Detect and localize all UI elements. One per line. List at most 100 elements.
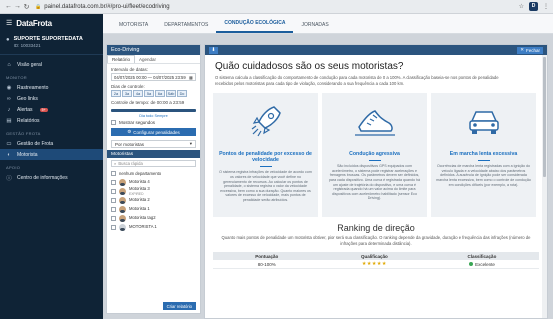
col-qualification: Qualificação — [360, 253, 388, 259]
days-selector: 2a 3a 4a 5a 6a Sáb Do — [107, 90, 200, 97]
card-idle: Em marcha lenta excessiva Ocorrências de… — [431, 93, 536, 217]
date-range-input[interactable]: 04/07/2025 00:00 — 04/07/2025 23:59 ▦ — [111, 73, 196, 81]
card-text: Ocorrências de marcha lenta registradas … — [436, 164, 531, 187]
list-item[interactable]: MOTORISTA 1 — [107, 223, 200, 232]
day-sat[interactable]: Sáb — [166, 90, 176, 97]
list-item[interactable]: Motorista 2 — [107, 196, 200, 205]
driver-checkbox[interactable] — [111, 189, 116, 194]
card-title: Em marcha lenta excessiva — [449, 151, 518, 157]
driver-checkbox[interactable] — [111, 216, 116, 221]
user-info[interactable]: ● SUPORTE SUPORTEDATA ID: 10033421 — [0, 32, 103, 55]
info-cards: Pontos de penalidade por excesso de velo… — [205, 87, 547, 217]
back-icon[interactable]: ← — [4, 3, 13, 10]
department-checkbox[interactable] — [111, 171, 116, 176]
reload-icon[interactable]: ↻ — [22, 3, 31, 11]
car-icon — [468, 110, 499, 134]
table-row: 80-100% ★★★★★ Excelente — [213, 260, 539, 269]
driver-name: Motorista 1 — [129, 206, 150, 212]
driver-sub: EXPIRED — [129, 191, 144, 196]
list-item[interactable]: Motorista 1 — [107, 205, 200, 214]
sidebar-item-alerts[interactable]: ♪ Alertas 5+ — [0, 104, 103, 115]
forward-icon[interactable]: → — [13, 3, 22, 10]
alerts-badge: 5+ — [39, 107, 48, 112]
star-rating: ★★★★★ — [361, 261, 387, 267]
sidebar-item-info-center[interactable]: ⓘ Centro de informações — [0, 172, 103, 183]
avatar — [119, 179, 126, 186]
list-item[interactable]: Motorista tag2 — [107, 214, 200, 223]
day-wed[interactable]: 4a — [133, 90, 143, 97]
download-icon[interactable]: ⬇ — [209, 46, 218, 54]
group-select[interactable]: Por motoristas ▾ — [111, 140, 196, 148]
avatar — [119, 206, 126, 213]
driver-checkbox[interactable] — [111, 180, 116, 185]
tab-journeys[interactable]: JORNADAS — [293, 13, 336, 33]
tab-report[interactable]: Relatório — [107, 55, 136, 63]
avatar — [119, 197, 126, 204]
configure-penalties-button[interactable]: ⚙ Configurar penalidades — [111, 128, 196, 136]
drivers-header: Motoristas — [107, 150, 200, 158]
avatar — [119, 224, 126, 231]
card-text: O sistema registra infrações de velocida… — [219, 170, 312, 202]
location-icon: ◉ — [6, 84, 12, 91]
sidebar-item-driver[interactable]: ◐ Motorista — [0, 149, 103, 160]
driver-checkbox[interactable] — [111, 207, 116, 212]
checkbox-box[interactable] — [111, 120, 116, 125]
time-slider[interactable] — [111, 109, 196, 112]
sidebar-item-fleet[interactable]: ▭ Gestão de Frota — [0, 138, 103, 149]
report-icon: ▤ — [6, 117, 12, 124]
rocket-icon — [251, 105, 281, 136]
day-thu[interactable]: 5a — [144, 90, 154, 97]
user-name: SUPORTE SUPORTEDATA — [13, 36, 83, 42]
card-text: São incluídos dispositivos GPS equipados… — [328, 164, 421, 201]
time-slider-fill[interactable] — [111, 109, 196, 112]
home-icon: ⌂ — [7, 61, 11, 68]
logo: DataFrota — [16, 18, 52, 28]
search-icon: ⌕ — [114, 161, 117, 166]
calendar-icon[interactable]: ▦ — [189, 75, 193, 80]
search-input[interactable]: ⌕ Busca rápida — [111, 160, 196, 167]
create-report-button[interactable]: Criar relatório — [162, 302, 196, 310]
status-dot — [469, 262, 474, 267]
tab-driver[interactable]: MOTORISTA — [111, 13, 156, 33]
day-fri[interactable]: 6a — [155, 90, 165, 97]
browser-bar: ← → ↻ 🔒 painel.datafrota.com.br/#/pro-ui… — [0, 0, 553, 14]
scrollbar[interactable] — [542, 55, 547, 318]
day-mon[interactable]: 2a — [111, 90, 121, 97]
star-icon[interactable]: ☆ — [519, 3, 524, 10]
lock-icon: 🔒 — [35, 3, 42, 10]
driver-checkbox[interactable] — [111, 198, 116, 203]
menu-dots-icon[interactable]: ⋮ — [543, 3, 549, 10]
driver-checkbox[interactable] — [111, 225, 116, 230]
page-description: O sistema calcula a classificação do com… — [215, 75, 499, 86]
driver-name: Motorista tag2 — [129, 215, 156, 221]
sidebar-item-tracking[interactable]: ◉ Rastreamento — [0, 82, 103, 93]
sidebar-item-geolinks[interactable]: ∞ Geo links — [0, 93, 103, 104]
profile-avatar[interactable]: D — [529, 2, 538, 11]
section-monitor: MONITOR — [6, 75, 27, 80]
day-sun[interactable]: Do — [177, 90, 187, 97]
link-icon: ∞ — [7, 95, 11, 102]
tab-eco-driving[interactable]: CONDUÇÃO ECOLÓGICA — [216, 13, 294, 33]
close-button[interactable]: ✕ Fechar — [517, 46, 543, 54]
close-icon: ✕ — [520, 47, 524, 52]
bell-icon: ♪ — [7, 106, 11, 113]
list-item[interactable]: Motorista 3 EXPIRED — [107, 186, 200, 196]
page-title: Quão cuidadosos são os seus motoristas? — [215, 61, 404, 72]
address-bar[interactable]: 🔒 painel.datafrota.com.br/#/pro-ui/fleet… — [35, 4, 170, 10]
cell-score: 80-100% — [257, 261, 276, 267]
url-text[interactable]: painel.datafrota.com.br/#/pro-ui/fleet/e… — [44, 4, 169, 10]
department-row[interactable]: nenhum departamento — [107, 169, 200, 178]
show-seconds-checkbox[interactable]: Mostrar segundos — [107, 118, 200, 127]
filter-title: Eco-Driving — [107, 45, 200, 55]
section-support: APOIO — [6, 165, 21, 170]
tab-departments[interactable]: DEPARTAMENTOS — [156, 13, 216, 33]
day-tue[interactable]: 3a — [122, 90, 132, 97]
interval-label: Intervalo de datas: — [111, 67, 149, 72]
card-speeding: Pontos de penalidade por excesso de velo… — [213, 93, 318, 217]
sidebar-item-overview[interactable]: ⌂ Visão geral — [0, 59, 103, 70]
tab-schedule[interactable]: Agendar — [135, 55, 160, 63]
list-item[interactable]: Motorista 4 — [107, 178, 200, 187]
sidebar-item-reports[interactable]: ▤ Relatórios — [0, 115, 103, 126]
chevron-down-icon: ▾ — [189, 141, 192, 146]
hamburger-icon[interactable]: ☰ — [6, 19, 12, 27]
